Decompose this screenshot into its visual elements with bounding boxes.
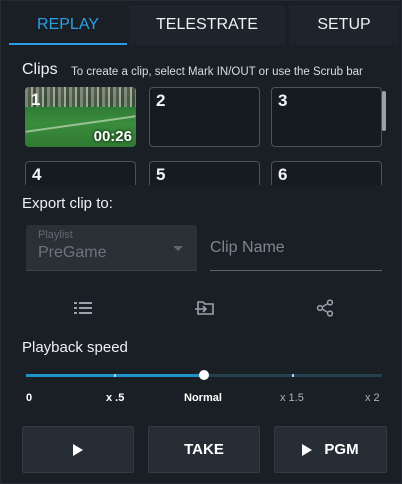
playlist-select[interactable]: Playlist PreGame (26, 225, 197, 271)
playlist-value: PreGame (38, 244, 107, 261)
speed-tick-half: x .5 (106, 392, 125, 404)
slider-knob[interactable] (199, 370, 209, 380)
clip-slot-5[interactable]: 5 (149, 161, 260, 185)
playback-speed-slider[interactable] (26, 369, 382, 383)
clips-hint: To create a clip, select Mark IN/OUT or … (71, 66, 363, 78)
play-icon (73, 443, 83, 456)
clip-slot-6[interactable]: 6 (271, 161, 382, 185)
clip-slot-4[interactable]: 4 (25, 161, 136, 185)
take-label: TAKE (184, 441, 224, 458)
clip-duration: 00:26 (93, 128, 132, 145)
slider-tick (114, 374, 116, 377)
clip-grid: 1 00:26 2 3 4 5 6 (25, 87, 385, 185)
pgm-label: PGM (324, 441, 359, 458)
play-icon (302, 443, 313, 456)
share-icon[interactable] (311, 295, 339, 321)
playlist-field-label: Playlist (38, 229, 73, 241)
clip-number: 3 (278, 91, 288, 110)
clip-number: 1 (31, 90, 41, 109)
play-button[interactable] (22, 426, 134, 473)
export-heading: Export clip to: (22, 195, 113, 212)
tab-setup[interactable]: SETUP (289, 5, 399, 45)
speed-tick-2: x 2 (365, 392, 380, 404)
slider-tick (292, 374, 294, 377)
import-icon[interactable] (191, 295, 219, 321)
tab-telestrate[interactable]: TELESTRATE (129, 5, 285, 45)
replay-panel: REPLAY TELESTRATE SETUP Clips To create … (0, 0, 402, 484)
take-button[interactable]: TAKE (148, 426, 260, 473)
clip-number: 5 (156, 165, 166, 184)
playback-speed-heading: Playback speed (22, 339, 128, 356)
tab-replay[interactable]: REPLAY (9, 5, 127, 45)
dropdown-caret-icon (173, 246, 183, 251)
clip-slot-3[interactable]: 3 (271, 87, 382, 147)
clips-heading: Clips (22, 61, 58, 78)
clip-number: 2 (156, 91, 166, 110)
speed-tick-0: 0 (26, 392, 33, 404)
clip-slot-1[interactable]: 1 00:26 (25, 87, 136, 147)
clip-number: 4 (32, 165, 42, 184)
clip-number: 6 (278, 165, 288, 184)
speed-tick-1-5: x 1.5 (280, 392, 304, 404)
clip-name-input[interactable] (210, 225, 382, 271)
clip-slot-2[interactable]: 2 (149, 87, 260, 147)
speed-tick-normal: Normal (184, 392, 222, 404)
playlist-add-icon[interactable] (70, 295, 98, 321)
clip-thumbnail (25, 87, 136, 107)
play-pgm-button[interactable]: PGM (274, 426, 387, 473)
clip-scrollbar[interactable] (382, 91, 386, 131)
tab-bar: REPLAY TELESTRATE SETUP (9, 5, 399, 45)
